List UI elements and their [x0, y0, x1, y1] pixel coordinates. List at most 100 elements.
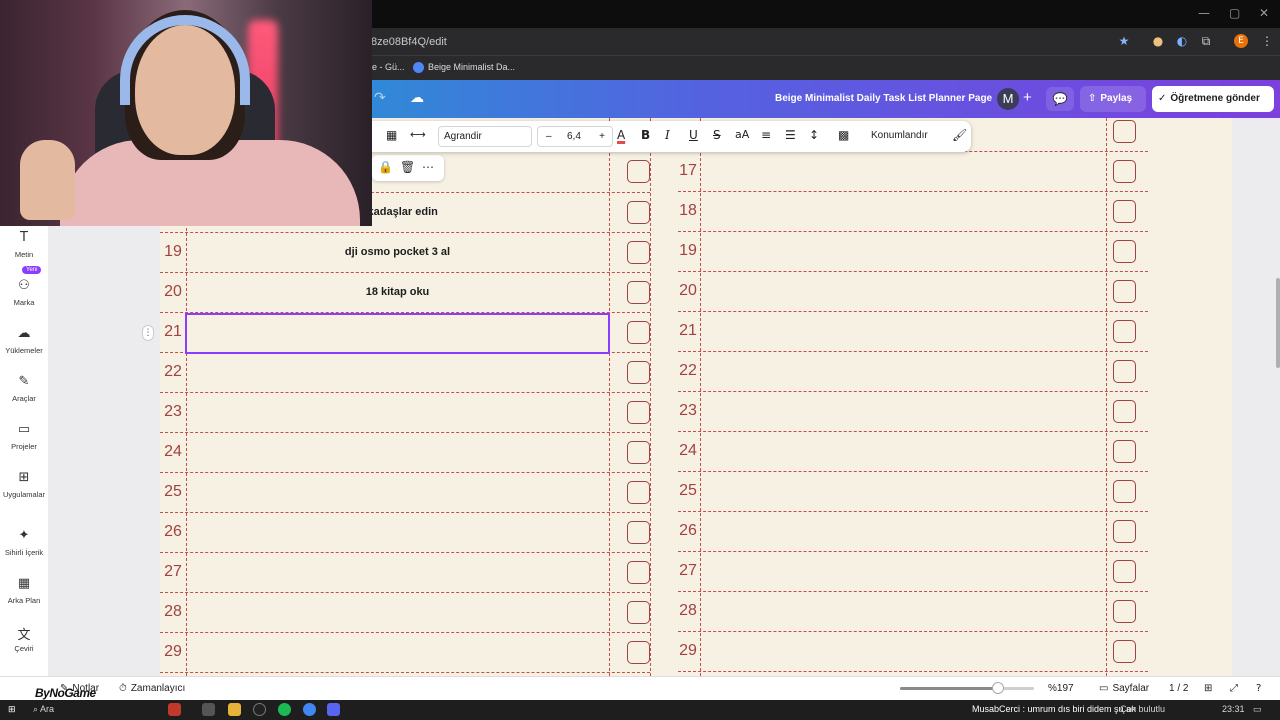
share-button[interactable]: ⇧ Paylaş [1080, 86, 1146, 112]
task-checkbox[interactable] [1113, 480, 1136, 503]
align-center-icon[interactable]: ≡ [761, 128, 771, 142]
maximize-icon[interactable]: ▢ [1229, 6, 1240, 20]
avatar[interactable]: M [997, 88, 1019, 110]
spacing-icon[interactable]: ⟷ [410, 128, 426, 141]
clock[interactable]: 23:31 [1222, 704, 1245, 714]
strikethrough-icon[interactable]: S [713, 128, 721, 142]
task-view-icon[interactable] [202, 703, 215, 716]
more-options-icon[interactable]: ⋯ [422, 160, 434, 174]
font-family-select[interactable]: Agrandir [438, 126, 532, 147]
sidebar-item-brand[interactable]: Yeni ⚇ Marka [0, 266, 48, 307]
browser-menu-icon[interactable]: ⋮ [1260, 34, 1274, 48]
document-title[interactable]: Beige Minimalist Daily Task List Planner… [775, 93, 992, 104]
decrease-size-button[interactable]: – [546, 127, 552, 146]
bookmark-star-icon[interactable]: ★ [1117, 34, 1131, 48]
cloud-saved-icon[interactable]: ☁ [410, 90, 424, 106]
notification-icon[interactable]: ▭ [1253, 704, 1262, 715]
minimize-icon[interactable]: — [1198, 6, 1210, 20]
page-count[interactable]: 1 / 2 [1169, 683, 1188, 694]
task-text[interactable]: dji osmo pocket 3 al [190, 246, 605, 258]
task-checkbox[interactable] [1113, 280, 1136, 303]
task-checkbox[interactable] [1113, 400, 1136, 423]
timer-button[interactable]: ⏱ Zamanlayıcı [119, 683, 185, 694]
task-checkbox[interactable] [1113, 520, 1136, 543]
sidebar-item-draw[interactable]: ✎ Araçlar [0, 374, 48, 403]
chrome-icon[interactable] [303, 703, 316, 716]
task-checkbox[interactable] [1113, 240, 1136, 263]
task-checkbox[interactable] [627, 281, 650, 304]
task-checkbox[interactable] [627, 641, 650, 664]
extension-icon[interactable]: ● [1151, 34, 1165, 48]
sidebar-item-translate[interactable]: 文 Çeviri [0, 624, 48, 653]
vertical-scrollbar[interactable] [1276, 278, 1280, 368]
taskbar-search[interactable]: ⌕ Ara [33, 704, 54, 715]
task-checkbox[interactable] [1113, 200, 1136, 223]
app-icon[interactable] [168, 703, 181, 716]
extensions-puzzle-icon[interactable]: ⧉ [1199, 34, 1213, 48]
underline-icon[interactable]: U [689, 128, 698, 142]
task-checkbox[interactable] [627, 441, 650, 464]
zoom-slider[interactable] [900, 682, 1034, 694]
task-checkbox[interactable] [627, 401, 650, 424]
sidebar-item-uploads[interactable]: ☁ Yüklemeler [0, 326, 48, 355]
spotify-icon[interactable] [278, 703, 291, 716]
task-checkbox[interactable] [1113, 320, 1136, 343]
task-checkbox[interactable] [1113, 160, 1136, 183]
position-button[interactable]: Konumlandır [871, 130, 928, 141]
weather-text[interactable]: Çok bulutlu [1120, 704, 1165, 714]
grid-view-icon[interactable]: ⊞ [1204, 683, 1216, 694]
sidebar-item-apps[interactable]: ⊞ Uygulamalar [0, 470, 48, 499]
task-checkbox[interactable] [1113, 440, 1136, 463]
task-checkbox[interactable] [627, 561, 650, 584]
trash-icon[interactable]: 🗑 [400, 160, 415, 174]
url-text[interactable]: 8ze08Bf4Q/edit [371, 36, 447, 48]
task-checkbox[interactable] [1113, 560, 1136, 583]
sidebar-item-text[interactable]: T Metin [0, 230, 48, 259]
profile-avatar[interactable]: E [1234, 34, 1248, 48]
lock-icon[interactable]: 🔒 [378, 160, 393, 174]
format-painter-icon[interactable]: 🖌 [952, 128, 967, 142]
text-color-icon[interactable]: A [617, 128, 625, 142]
task-checkbox[interactable] [1113, 640, 1136, 663]
task-text[interactable]: 18 kitap oku [190, 286, 605, 298]
zoom-value[interactable]: %197 [1048, 683, 1074, 694]
discord-icon[interactable] [327, 703, 340, 716]
sidebar-item-magic[interactable]: ✦ Sihirli İçerik [0, 528, 48, 557]
task-checkbox[interactable] [1113, 120, 1136, 143]
task-checkbox[interactable] [627, 241, 650, 264]
fullscreen-icon[interactable]: ⤢ [1230, 683, 1242, 694]
add-collaborator-icon[interactable]: + [1023, 89, 1032, 106]
pages-button[interactable]: ▭ Sayfalar [1099, 683, 1149, 694]
table-icon[interactable]: ▦ [386, 128, 397, 142]
task-checkbox[interactable] [627, 521, 650, 544]
task-checkbox[interactable] [627, 601, 650, 624]
italic-icon[interactable]: I [665, 128, 670, 142]
close-icon[interactable]: ✕ [1259, 6, 1269, 20]
start-icon[interactable]: ⊞ [8, 704, 16, 715]
line-spacing-icon[interactable]: ↕ [809, 128, 819, 142]
task-checkbox[interactable] [1113, 600, 1136, 623]
task-checkbox[interactable] [627, 361, 650, 384]
comment-icon[interactable]: 💬 [1046, 87, 1074, 111]
task-checkbox[interactable] [1113, 360, 1136, 383]
task-checkbox[interactable] [627, 481, 650, 504]
font-size-value[interactable]: 6,4 [567, 127, 581, 146]
list-icon[interactable]: ☰ [785, 128, 796, 142]
text-case-icon[interactable]: aA [735, 128, 749, 141]
transparency-icon[interactable]: ▩ [838, 128, 849, 142]
increase-size-button[interactable]: + [599, 127, 605, 146]
task-checkbox[interactable] [627, 201, 650, 224]
file-explorer-icon[interactable] [228, 703, 241, 716]
zoom-slider-knob[interactable] [991, 682, 1004, 694]
send-to-teacher-button[interactable]: ✓ Öğretmene gönder [1152, 86, 1274, 112]
selected-text-box[interactable] [185, 313, 610, 354]
task-checkbox[interactable] [627, 321, 650, 344]
sidebar-item-background[interactable]: ▦ Arka Plan [0, 576, 48, 605]
task-checkbox[interactable] [627, 160, 650, 183]
bookmark-item[interactable]: Beige Minimalist Da... [413, 62, 515, 74]
help-icon[interactable]: ? [1256, 683, 1265, 694]
sidebar-item-projects[interactable]: ▭ Projeler [0, 422, 48, 451]
redo-icon[interactable]: ↷ [374, 90, 386, 106]
extension-icon[interactable]: ◐ [1175, 34, 1189, 48]
drag-handle-icon[interactable]: ⋮ [142, 325, 154, 341]
